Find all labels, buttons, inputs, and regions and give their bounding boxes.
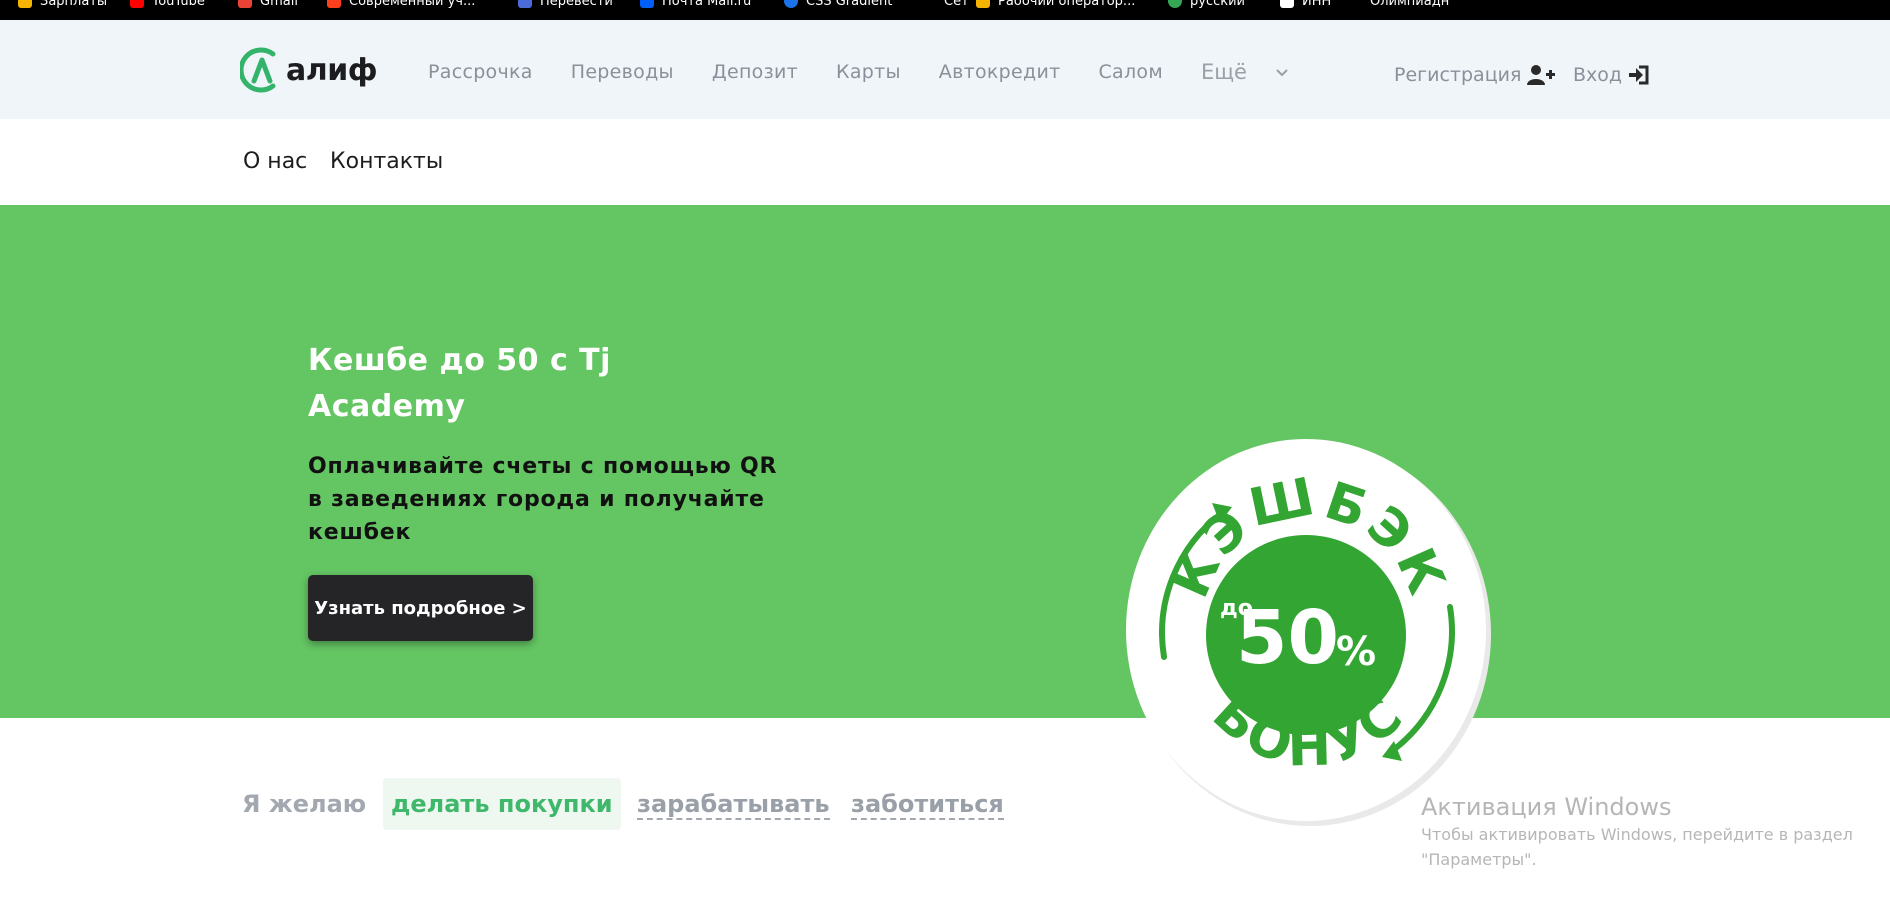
bookmark-label: Сет bbox=[944, 0, 969, 9]
sub-navigation: О нас Контакты bbox=[0, 119, 1890, 205]
bookmark-item[interactable]: Сет bbox=[944, 0, 969, 11]
windows-activation-watermark: Активация Windows Чтобы активировать Win… bbox=[1421, 792, 1881, 872]
bookmark-icon bbox=[976, 0, 990, 8]
yandex-icon bbox=[327, 0, 341, 8]
bookmark-label: Рабочий оператор... bbox=[998, 0, 1136, 9]
nav-more-label: Ещё bbox=[1200, 60, 1247, 84]
bookmark-item[interactable]: русский bbox=[1168, 0, 1245, 11]
badge-unit: % bbox=[1336, 629, 1376, 675]
bookmark-item[interactable]: Перевести bbox=[518, 0, 613, 11]
nav-item-salom[interactable]: Салом bbox=[1098, 61, 1163, 83]
bookmark-item[interactable]: Рабочий оператор... bbox=[976, 0, 1135, 11]
bookmark-item[interactable]: Gmail bbox=[238, 0, 298, 11]
bookmark-label: Современный уч... bbox=[349, 0, 476, 9]
gmail-icon bbox=[238, 0, 252, 8]
watermark-text: Чтобы активировать Windows, перейдите в … bbox=[1421, 825, 1853, 869]
watermark-title: Активация Windows bbox=[1421, 793, 1672, 821]
bookmark-item[interactable]: YouTube bbox=[130, 0, 205, 11]
mail-icon bbox=[640, 0, 654, 8]
google-icon bbox=[1168, 0, 1182, 8]
globe-icon bbox=[784, 0, 798, 8]
nav-item-car-loan[interactable]: Автокредит bbox=[939, 61, 1061, 83]
translate-icon bbox=[518, 0, 532, 8]
alif-logo-icon bbox=[240, 47, 276, 93]
user-plus-icon bbox=[1527, 65, 1556, 85]
nav-item-deposit[interactable]: Депозит bbox=[712, 61, 798, 83]
wish-label: Я желаю bbox=[242, 790, 367, 818]
bookmark-label: Перевести bbox=[540, 0, 613, 9]
youtube-icon bbox=[130, 0, 144, 8]
main-menu: Рассрочка Переводы Депозит Карты Автокре… bbox=[428, 57, 1289, 87]
bookmark-label: Почта Mail.ru bbox=[662, 0, 752, 9]
bookmark-item[interactable]: Почта Mail.ru bbox=[640, 0, 751, 11]
bookmark-item[interactable]: ИНН bbox=[1280, 0, 1331, 11]
sign-in-icon bbox=[1629, 65, 1649, 85]
bookmark-label: ИНН bbox=[1302, 0, 1332, 9]
logo-text: алиф bbox=[286, 52, 378, 88]
badge-value: 50 bbox=[1236, 595, 1339, 681]
wish-option-shopping[interactable]: делать покупки bbox=[383, 778, 621, 830]
bookmark-icon bbox=[1280, 0, 1294, 8]
bookmark-label: CSS Gradient bbox=[806, 0, 893, 9]
hero-subtitle: Оплачивайте счеты с помощью QR в заведен… bbox=[308, 454, 778, 545]
logo[interactable]: алиф bbox=[240, 46, 378, 94]
bookmarks-bar: Зарплаты YouTube Gmail Современный уч...… bbox=[0, 0, 1890, 20]
hero-banner: Кешбе до 50 с Tj Academy Оплачивайте сче… bbox=[0, 205, 1890, 826]
bookmark-label: Олимпиадн bbox=[1370, 0, 1450, 9]
login-link[interactable]: Вход bbox=[1573, 60, 1650, 90]
nav-item-cards[interactable]: Карты bbox=[836, 61, 901, 83]
top-navigation: алиф Рассрочка Переводы Депозит Карты Ав… bbox=[0, 20, 1890, 119]
subnav-item-contacts[interactable]: Контакты bbox=[330, 149, 443, 174]
nav-item-transfers[interactable]: Переводы bbox=[571, 61, 674, 83]
hero-title: Кешбе до 50 с Tj Academy bbox=[308, 343, 611, 424]
bookmark-label: Gmail bbox=[260, 0, 298, 9]
subnav-item-about[interactable]: О нас bbox=[243, 149, 307, 174]
bookmark-label: русский bbox=[1190, 0, 1245, 9]
learn-more-button[interactable]: Узнать подробное > bbox=[308, 575, 533, 641]
register-link[interactable]: Регистрация bbox=[1394, 60, 1556, 90]
bookmark-item[interactable]: CSS Gradient bbox=[784, 0, 892, 11]
login-label: Вход bbox=[1573, 64, 1623, 86]
nav-item-installment[interactable]: Рассрочка bbox=[428, 61, 533, 83]
register-label: Регистрация bbox=[1394, 64, 1522, 86]
bookmark-label: Зарплаты bbox=[40, 0, 108, 9]
bookmark-icon bbox=[18, 0, 32, 8]
bookmark-item[interactable]: Олимпиадн bbox=[1370, 0, 1449, 11]
bookmark-label: YouTube bbox=[152, 0, 205, 9]
bookmark-item[interactable]: Зарплаты bbox=[18, 0, 107, 11]
bookmark-item[interactable]: Современный уч... bbox=[327, 0, 475, 11]
nav-more-dropdown[interactable]: Ещё bbox=[1201, 60, 1289, 84]
chevron-down-icon bbox=[1276, 69, 1288, 77]
wish-option-earn[interactable]: зарабатывать bbox=[637, 790, 830, 820]
wish-option-care[interactable]: заботиться bbox=[851, 790, 1004, 820]
